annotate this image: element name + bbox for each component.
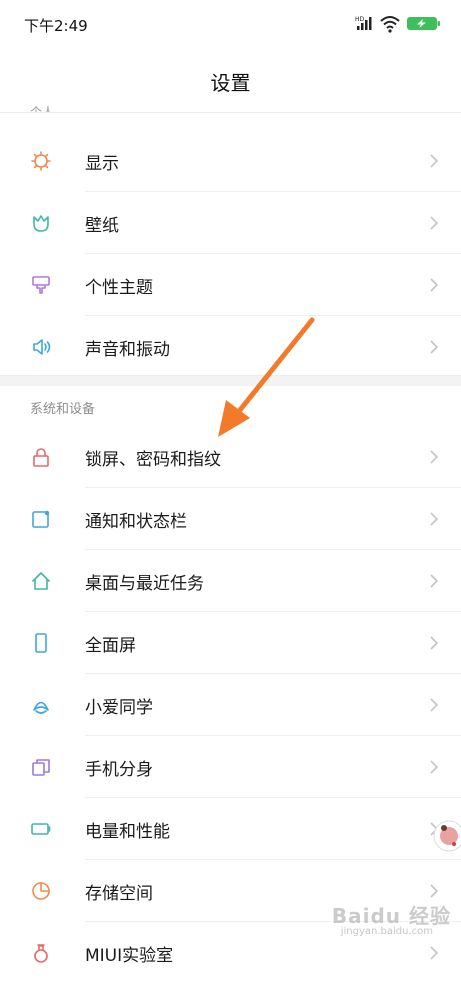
- settings-item-label: 小爱同学: [85, 698, 153, 718]
- chevron-right-icon: [430, 946, 439, 960]
- settings-item[interactable]: 壁纸: [0, 192, 461, 254]
- svg-text:HD: HD: [355, 16, 365, 23]
- settings-item[interactable]: 锁屏、密码和指纹: [0, 426, 461, 488]
- tulip-icon: [33, 215, 49, 232]
- settings-item-label: 电量和性能: [85, 822, 170, 842]
- settings-item[interactable]: 个性主题: [0, 254, 461, 316]
- chevron-right-icon: [430, 340, 439, 354]
- chevron-right-icon: [430, 278, 439, 292]
- chevron-right-icon: [430, 760, 439, 774]
- phone-icon: [35, 633, 47, 653]
- lock-icon: [33, 448, 49, 467]
- settings-item[interactable]: 声音和振动: [0, 316, 461, 378]
- header: 设置: [0, 50, 461, 113]
- signal-icon: HD: [355, 16, 372, 30]
- settings-item[interactable]: 小爱同学: [0, 674, 461, 736]
- chevron-right-icon: [430, 636, 439, 650]
- settings-item-label: 全面屏: [85, 636, 136, 656]
- watermark: Baidu 经验: [331, 904, 451, 928]
- settings-item-label: 锁屏、密码和指纹: [85, 450, 221, 470]
- settings-item[interactable]: 手机分身: [0, 736, 461, 798]
- status-bar: 下午2:49 HD: [0, 0, 461, 50]
- settings-item[interactable]: 电量和性能: [0, 798, 461, 860]
- settings-item[interactable]: 全面屏: [0, 612, 461, 674]
- watermark-url: jingyan.baidu.com: [340, 926, 433, 937]
- chevron-right-icon: [430, 512, 439, 526]
- brush-icon: [32, 276, 50, 294]
- settings-item[interactable]: 桌面与最近任务: [0, 550, 461, 612]
- xiaoai-icon: [33, 701, 49, 714]
- settings-item[interactable]: 通知和状态栏: [0, 488, 461, 550]
- settings-item-label: 存储空间: [85, 884, 153, 904]
- chevron-right-icon: [430, 450, 439, 464]
- dual-icon: [32, 759, 50, 776]
- notification-icon: [32, 510, 50, 528]
- battery-charging-icon: [407, 17, 440, 30]
- section-title-system: 系统和设备: [30, 402, 96, 417]
- settings-item[interactable]: 显示: [0, 130, 461, 192]
- wifi-icon: [380, 16, 400, 33]
- settings-item-label: 桌面与最近任务: [85, 574, 204, 594]
- chevron-right-icon: [430, 698, 439, 712]
- flask-icon: [34, 944, 48, 963]
- speaker-icon: [33, 339, 51, 355]
- chevron-right-icon: [430, 574, 439, 588]
- chevron-right-icon: [430, 154, 439, 168]
- chevron-right-icon: [430, 884, 439, 898]
- chevron-right-icon: [430, 216, 439, 230]
- settings-item-label: 显示: [85, 154, 119, 174]
- settings-item-label: 个性主题: [85, 278, 153, 298]
- settings-item-label: 手机分身: [85, 760, 153, 780]
- home-icon: [32, 572, 50, 590]
- section-title-personal: 个人: [30, 105, 55, 112]
- battery-icon: [31, 823, 51, 835]
- settings-item-label: MIUI实验室: [85, 946, 174, 966]
- status-icons: HD: [355, 16, 440, 33]
- settings-item-label: 通知和状态栏: [85, 512, 187, 532]
- sun-icon: [31, 151, 51, 171]
- section-divider: [0, 375, 461, 386]
- status-time: 下午2:49: [24, 17, 88, 35]
- mascot-sticker: [433, 820, 461, 852]
- storage-icon: [32, 882, 50, 900]
- settings-item-label: 声音和振动: [85, 340, 170, 360]
- page-title: 设置: [210, 71, 251, 95]
- settings-item-label: 壁纸: [85, 216, 119, 236]
